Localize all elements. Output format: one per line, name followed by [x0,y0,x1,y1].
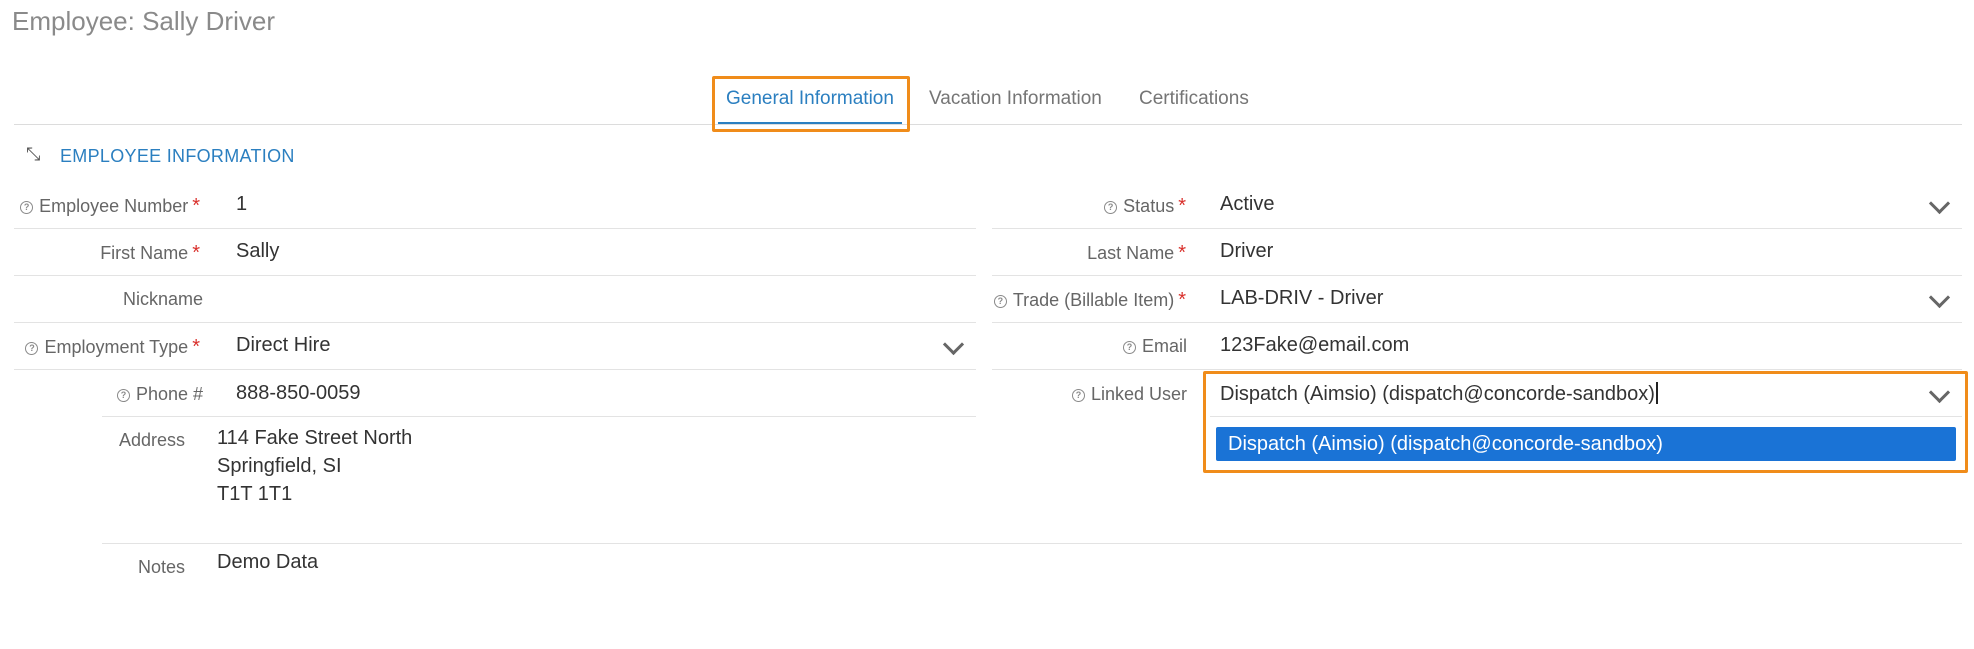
status-label: ? Status * [990,195,1186,218]
email-label: ? Email [990,336,1187,357]
help-circle-icon[interactable]: ? [1104,201,1118,214]
page-title: Employee: Sally Driver [12,6,275,36]
required-mark: * [192,242,200,264]
tabs-divider [14,124,1962,125]
required-mark: * [192,336,200,358]
employee-number-label: ? Employee Number * [12,195,200,218]
chevron-down-icon[interactable] [1928,286,1951,309]
chevron-down-icon[interactable] [942,333,965,356]
phone-field[interactable]: 888-850-0059 [236,382,361,405]
tab-certifications[interactable]: Certifications [1139,88,1249,110]
tab-highlight-box [712,76,910,132]
email-field[interactable]: 123Fake@email.com [1220,334,1409,357]
row-divider [992,275,1962,276]
linked-user-label: ? Linked User [990,384,1187,405]
first-name-field[interactable]: Sally [236,240,279,263]
help-circle-icon[interactable]: ? [1122,341,1136,354]
help-circle-icon[interactable]: ? [20,201,34,214]
employment-type-label: ? Employment Type * [12,336,200,359]
last-name-field[interactable]: Driver [1220,240,1273,263]
address-line-1: 114 Fake Street North [217,427,413,449]
address-line-2: Springfield, SI [217,455,342,477]
row-divider [992,369,1962,370]
phone-label: ? Phone # [12,384,203,405]
last-name-label: Last Name * [1087,242,1186,264]
address-line-3: T1T 1T1 [217,483,293,505]
first-name-label: First Name * [100,242,200,264]
help-circle-icon[interactable]: ? [1071,389,1085,402]
nickname-field[interactable] [236,287,966,313]
row-divider [14,369,976,370]
employee-number-field[interactable]: 1 [236,193,247,216]
help-circle-icon[interactable]: ? [116,389,130,402]
trade-select[interactable]: LAB-DRIV - Driver [1220,287,1383,310]
collapse-arrows-icon[interactable]: ⤡ [26,144,40,165]
help-circle-icon[interactable]: ? [993,295,1007,308]
row-divider [992,228,1962,229]
required-mark: * [1178,242,1186,264]
row-divider [992,322,1962,323]
employment-type-select[interactable]: Direct Hire [236,334,330,357]
tab-vacation-information[interactable]: Vacation Information [929,88,1102,110]
row-divider [14,275,976,276]
help-circle-icon[interactable]: ? [25,342,39,355]
address-field[interactable]: 114 Fake Street North Springfield, SI T1… [217,424,412,508]
row-divider [14,228,976,229]
notes-field[interactable]: Demo Data [217,551,318,574]
row-divider [102,416,976,417]
section-title: EMPLOYEE INFORMATION [60,146,295,166]
required-mark: * [192,195,200,217]
nickname-label: Nickname [122,289,203,309]
required-mark: * [1178,289,1186,311]
linked-user-highlight-box [1203,371,1968,473]
row-divider [14,322,976,323]
trade-label: ? Trade (Billable Item) * [960,289,1186,312]
address-label: Address [118,430,185,450]
chevron-down-icon[interactable] [1928,192,1951,215]
required-mark: * [1178,195,1186,217]
row-divider [102,543,1962,544]
notes-label: Notes [137,557,185,577]
status-select[interactable]: Active [1220,193,1274,216]
